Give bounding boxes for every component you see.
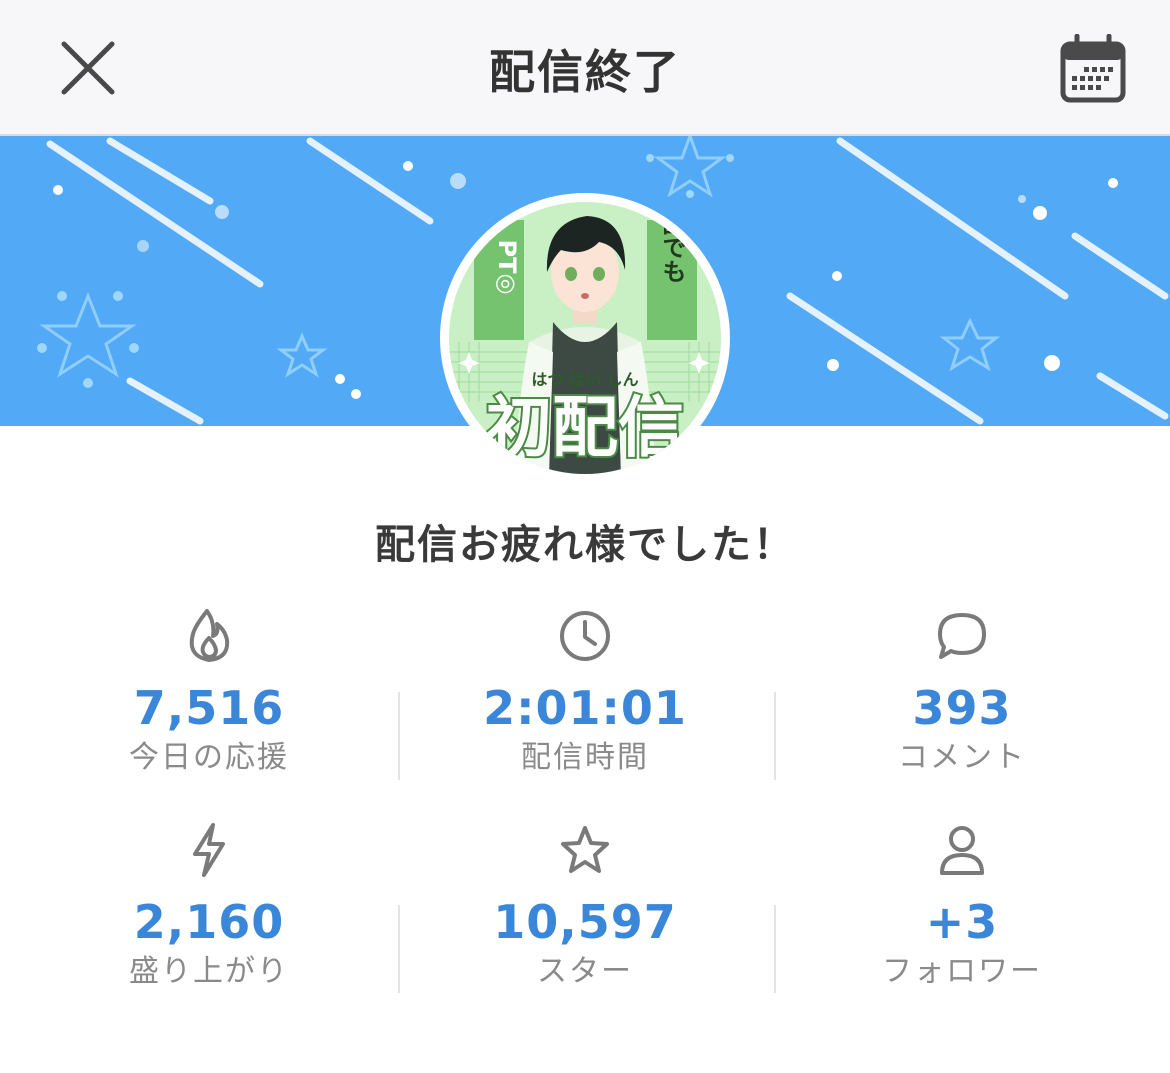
- person-icon: [940, 826, 984, 875]
- stat-label: フォロワー: [882, 954, 1042, 989]
- star-icon: [561, 826, 609, 873]
- stat-stars: 10,597 スター: [435, 820, 735, 992]
- stat-label: スター: [537, 954, 633, 989]
- stat-value: 2,160: [133, 895, 285, 949]
- avatar-ruby-text: はつ はい しん: [531, 370, 638, 389]
- clock-icon: [560, 611, 610, 661]
- avatar-big-text: 初配信: [486, 389, 684, 466]
- stat-value: 7,516: [133, 681, 285, 735]
- stat-divider: [398, 905, 400, 993]
- avatar-vertical-left: PT◎: [493, 240, 521, 295]
- avatar[interactable]: PT◎ 誰でも はつ はい しん 初配信: [449, 202, 721, 474]
- lightning-icon: [193, 823, 225, 877]
- stat-comments: 393 コメント: [812, 606, 1112, 778]
- stat-today-support: 7,516 今日の応援: [59, 606, 359, 778]
- stat-label: コメント: [898, 740, 1026, 775]
- stat-label: 盛り上がり: [129, 954, 289, 989]
- comment-icon: [938, 613, 986, 659]
- stat-excitement: 2,160 盛り上がり: [59, 820, 359, 992]
- stat-divider: [774, 905, 776, 993]
- stat-value: 2:01:01: [483, 681, 687, 735]
- calendar-button[interactable]: [1052, 28, 1134, 110]
- stat-stream-time: 2:01:01 配信時間: [435, 606, 735, 778]
- header-bar: 配信終了: [0, 0, 1170, 136]
- stat-value: 393: [912, 681, 1012, 735]
- stat-followers: +3 フォロワー: [812, 820, 1112, 992]
- avatar-image: PT◎ 誰でも はつ はい しん 初配信: [449, 202, 721, 474]
- calendar-icon: [1060, 34, 1126, 103]
- page-title: 配信終了: [489, 45, 681, 99]
- thanks-message: 配信お疲れ様でした！: [375, 522, 795, 568]
- stat-value: 10,597: [493, 895, 677, 949]
- stat-label: 今日の応援: [129, 740, 289, 775]
- stat-divider: [398, 692, 400, 780]
- stat-divider: [774, 692, 776, 780]
- fire-icon: [189, 609, 230, 662]
- stat-label: 配信時間: [521, 740, 649, 775]
- stat-value: +3: [925, 895, 999, 949]
